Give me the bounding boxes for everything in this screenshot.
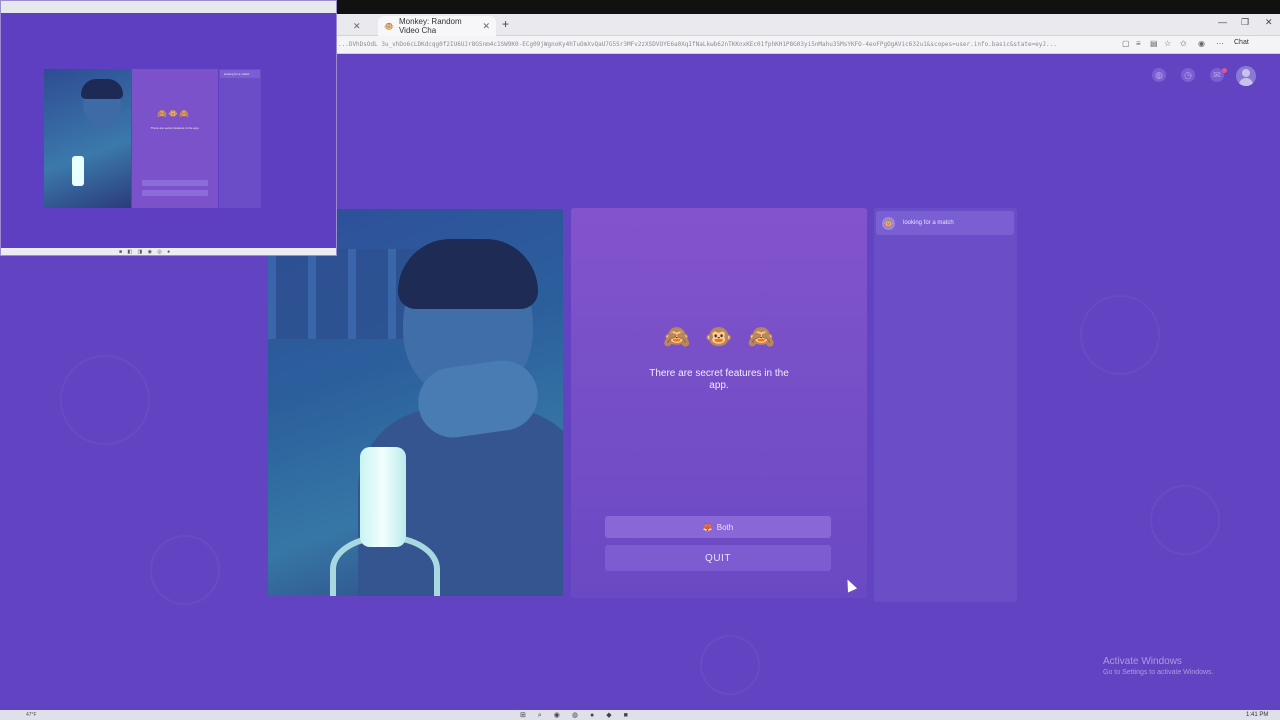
watermark-subtitle: Go to Settings to activate Windows. [1103,669,1214,676]
mini-quit-button[interactable] [142,190,208,196]
weather-text[interactable]: 47°F [26,712,37,718]
new-tab-icon[interactable]: + [502,17,509,31]
match-status-row: 🐵 looking for a match [876,211,1014,235]
taskbar [0,710,1280,720]
microphone [360,447,406,547]
tip-panel: 🙈 🐵 🙈 There are secret features in the a… [571,208,867,598]
more-icon[interactable]: ⋯ [1216,39,1224,48]
see-no-evil-monkey-icon: 🙈 [747,324,775,349]
extension-icon[interactable]: ▢ [1122,39,1130,48]
mini-tab-bar [1,1,336,13]
background-pattern [700,635,760,695]
tip-text: There are secret features in the app. [649,368,789,391]
taskbar-icons[interactable]: ⊞⌕◉◍●◆■ [520,711,640,720]
favicon-icon: 🐵 [384,21,394,31]
monkey-face-icon: 🐵 [705,324,733,349]
url-field[interactable]: ...DVhDsOdL 3u_vhDo6cLDKdcqg0f2IU6UJr8GS… [338,39,1113,51]
background-pattern [1080,295,1160,375]
mini-taskbar-icons: ■ ◧ ◨ ◉ ◎ ● [119,249,173,255]
mini-tip-panel [132,69,218,208]
globe-icon[interactable]: ◍ [1152,68,1166,82]
mini-person-hair [81,79,123,99]
monkey-face-icon: 🐵 [167,109,179,118]
avatar[interactable] [1236,66,1256,86]
mini-emoji-row: 🙈🐵🙈 [157,109,190,118]
see-no-evil-monkey-icon: 🙈 [157,109,168,118]
close-icon[interactable]: ✕ [353,21,361,32]
tab-label: Monkey: Random Video Cha [398,17,462,35]
close-window-icon[interactable]: ✕ [1265,17,1273,28]
watermark-title: Activate Windows [1103,656,1182,667]
reader-icon[interactable]: ≡ [1136,39,1141,48]
see-no-evil-monkey-icon: 🙈 [663,324,691,349]
mini-match-status: looking for a match [220,70,260,78]
close-icon[interactable]: ✕ [482,21,490,32]
fox-icon: 🦊 [702,522,713,532]
match-status: looking for a match [903,220,954,226]
both-label: Both [716,522,734,532]
background-pattern [60,355,150,445]
background-pattern [1150,485,1220,555]
both-button[interactable]: 🦊 Both [605,516,831,538]
mini-both-button[interactable] [142,180,208,186]
profile-icon[interactable]: ◉ [1198,39,1205,48]
mini-microphone [72,156,84,186]
favorites-bar-icon[interactable]: ✩ [1180,39,1187,48]
person-hair [398,239,538,309]
history-icon[interactable]: ◷ [1181,68,1195,82]
activate-windows-watermark: Activate Windows Go to Settings to activ… [1103,656,1214,676]
collections-icon[interactable]: ▤ [1150,39,1158,48]
favorite-icon[interactable]: ☆ [1164,39,1171,48]
match-panel: 🐵 looking for a match [874,208,1017,602]
minimize-icon[interactable]: — [1218,17,1227,27]
see-no-evil-monkey-icon: 🙈 [178,109,190,118]
quit-button[interactable]: QUIT [605,545,831,571]
maximize-icon[interactable]: ❐ [1241,17,1249,28]
clock[interactable]: 1:41 PM [1246,712,1268,718]
mini-tip-text: There are secret features in the app. [150,126,200,130]
mini-match-panel [219,69,261,208]
background-pattern [150,535,220,605]
emoji-row: 🙈 🐵 🙈 [663,324,775,350]
tab-previous[interactable]: ✕ [338,16,367,36]
tab-monkey[interactable]: 🐵 Monkey: Random Video Cha ✕ [378,16,496,36]
chat-button[interactable]: Chat [1234,39,1249,46]
video-feed [268,209,563,596]
notification-dot [1222,68,1227,73]
mini-window[interactable]: 🙈🐵🙈 There are secret features in the app… [0,0,337,256]
monkey-avatar-icon: 🐵 [882,216,895,230]
background-window [268,249,418,339]
